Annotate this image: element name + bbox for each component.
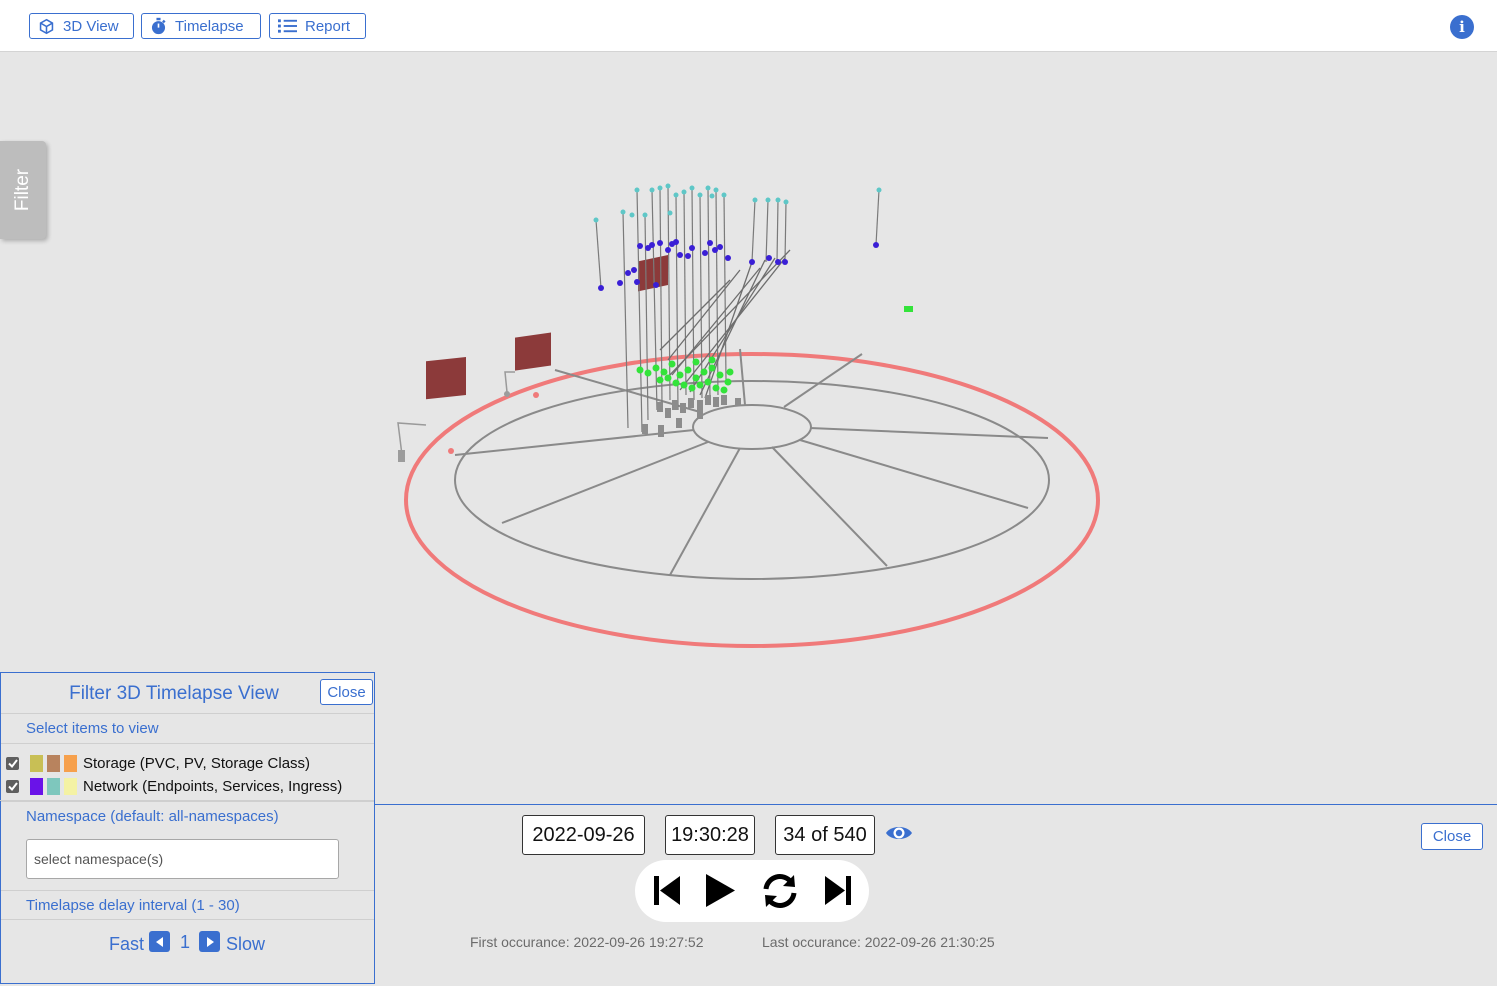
network-swatch: [64, 777, 77, 795]
filter-item-storage[interactable]: Storage (PVC, PV, Storage Class): [6, 753, 310, 773]
info-icon[interactable]: i: [1450, 15, 1474, 39]
cube-icon: [39, 18, 54, 34]
delay-heading: Timelapse delay interval (1 - 30): [1, 890, 374, 919]
top-toolbar: 3D View Timelapse Report i: [0, 0, 1497, 52]
storage-swatch: [30, 754, 43, 772]
network-label: Network (Endpoints, Services, Ingress): [83, 777, 343, 795]
network-checkbox[interactable]: [6, 779, 19, 793]
timelapse-label: Timelapse: [175, 17, 244, 35]
outer-ring: [404, 352, 1100, 648]
wheel-rim: [454, 380, 1050, 580]
delay-decrease-button[interactable]: [149, 931, 170, 952]
caret-left-icon: [155, 936, 163, 947]
date-display: 2022-09-26: [522, 815, 645, 855]
3d-view-button[interactable]: 3D View: [29, 13, 134, 39]
delay-fast-label: Fast: [109, 934, 145, 954]
select-items-heading: Select items to view: [1, 713, 374, 743]
3d-view-label: 3D View: [63, 17, 119, 35]
caret-right-icon: [206, 936, 214, 947]
filter-item-network[interactable]: Network (Endpoints, Services, Ingress): [6, 776, 342, 796]
green-pod-outlier: [904, 306, 913, 312]
first-occurrence: First occurance: 2022-09-26 19:27:52: [470, 934, 704, 950]
loop-icon[interactable]: [760, 872, 800, 910]
delay-value: 1: [180, 932, 191, 952]
list-icon: [278, 19, 297, 33]
filter-close-button[interactable]: Close: [320, 679, 373, 705]
last-occurrence: Last occurance: 2022-09-26 21:30:25: [762, 934, 995, 950]
namespace-placeholder: select namespace(s): [34, 851, 164, 867]
skip-forward-icon[interactable]: [823, 874, 853, 907]
skip-back-icon[interactable]: [652, 874, 682, 907]
namespace-input[interactable]: select namespace(s): [26, 839, 339, 879]
network-swatch: [30, 777, 43, 795]
delay-increase-button[interactable]: [199, 931, 220, 952]
network-swatch: [47, 777, 60, 795]
eye-icon[interactable]: [884, 820, 914, 846]
report-button[interactable]: Report: [269, 13, 366, 39]
wheel-hub: [692, 404, 812, 450]
storage-checkbox[interactable]: [6, 756, 19, 770]
play-icon[interactable]: [703, 872, 737, 909]
timelapse-button[interactable]: Timelapse: [141, 13, 261, 39]
namespace-heading: Namespace (default: all-namespaces): [1, 801, 374, 830]
time-display: 19:30:28: [665, 815, 755, 855]
divider: [0, 800, 374, 801]
playback-controls: [635, 860, 869, 922]
report-label: Report: [305, 17, 351, 35]
timelapse-close-button[interactable]: Close: [1421, 823, 1483, 850]
delay-slow-label: Slow: [226, 934, 266, 954]
divider: [1, 743, 374, 744]
pv-blocks: [426, 255, 668, 400]
storage-swatch: [47, 754, 60, 772]
frame-counter: 34 of 540: [775, 815, 875, 855]
filter-tab-label: Filter: [12, 168, 33, 212]
storage-label: Storage (PVC, PV, Storage Class): [83, 754, 311, 772]
filter-tab[interactable]: Filter: [0, 141, 46, 239]
stopwatch-icon: [151, 17, 166, 35]
divider: [1, 919, 374, 920]
storage-swatch: [64, 754, 77, 772]
filter-panel-title: Filter 3D Timelapse View: [69, 683, 279, 704]
